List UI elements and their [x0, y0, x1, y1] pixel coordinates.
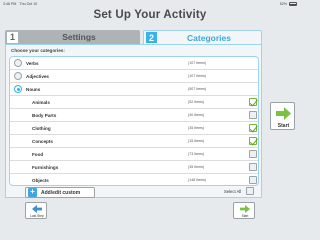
- subcategory-count: (148 Items): [188, 178, 207, 182]
- subcategory-count: (35 Items): [188, 165, 205, 169]
- select-all-checkbox[interactable]: [246, 187, 254, 195]
- battery-percent: 52%: [279, 2, 287, 6]
- last-step-label: Last Step: [30, 214, 44, 218]
- tab-settings-label: Settings: [62, 32, 96, 42]
- checkbox-furnishings[interactable]: [249, 163, 257, 171]
- subcategory-label: Body Parts: [32, 112, 57, 118]
- last-step-button[interactable]: Last Step: [25, 202, 47, 219]
- category-list: Verbs (107 Items) Adjectives (107 Items)…: [9, 56, 259, 186]
- radio-nouns[interactable]: [14, 85, 22, 93]
- checkbox-food[interactable]: [249, 150, 257, 158]
- category-count: (107 Items): [188, 74, 207, 78]
- battery-icon: [289, 2, 297, 6]
- subcategory-count: (35 Items): [188, 126, 205, 130]
- start-bottom-button[interactable]: Start: [233, 202, 255, 219]
- subcategory-row-food[interactable]: Food (73 Items): [10, 148, 258, 161]
- category-count: (507 Items): [188, 87, 207, 91]
- status-date: Thu Oct 10: [19, 2, 38, 6]
- tab-categories-label: Categories: [187, 32, 231, 43]
- radio-verbs[interactable]: [14, 59, 22, 67]
- category-label: Verbs: [26, 60, 39, 66]
- checkbox-animals[interactable]: [249, 98, 257, 106]
- tab-categories-number: 2: [146, 32, 157, 43]
- subcategory-row-animals[interactable]: Animals (52 Items): [10, 96, 258, 109]
- tab-categories[interactable]: 2 Categories: [143, 30, 262, 44]
- arrow-right-icon: [240, 205, 250, 213]
- status-bar: 3:46 PM Thu Oct 10 52%: [0, 0, 300, 8]
- tab-settings[interactable]: 1 Settings: [5, 30, 140, 44]
- category-label: Nouns: [26, 86, 41, 92]
- subcategory-row-body-parts[interactable]: Body Parts (40 Items): [10, 109, 258, 122]
- category-label: Adjectives: [26, 73, 49, 79]
- subcategory-count: (40 Items): [188, 113, 205, 117]
- subcategory-count: (52 Items): [188, 100, 205, 104]
- checkbox-objects[interactable]: [249, 176, 257, 184]
- subcategory-row-concepts[interactable]: Concepts (15 Items): [10, 135, 258, 148]
- checkbox-clothing[interactable]: [249, 124, 257, 132]
- subcategory-row-furnishings[interactable]: Furnishings (35 Items): [10, 161, 258, 174]
- category-row-nouns[interactable]: Nouns (507 Items): [10, 83, 258, 96]
- status-right: 52%: [280, 2, 297, 6]
- subcategory-count: (73 Items): [188, 152, 205, 156]
- subcategory-label: Concepts: [32, 138, 53, 144]
- status-time: 3:46 PM: [3, 2, 17, 6]
- subcategory-label: Food: [32, 151, 44, 157]
- category-count: (107 Items): [188, 61, 207, 65]
- add-edit-custom-button[interactable]: Add/edit custom: [25, 187, 95, 198]
- checkbox-concepts[interactable]: [249, 137, 257, 145]
- arrow-right-icon: [276, 107, 291, 120]
- start-bottom-label: Start: [241, 214, 249, 218]
- add-edit-custom-label: Add/edit custom: [41, 189, 81, 196]
- choose-categories-label: Choose your categories:: [11, 48, 65, 53]
- add-custom-icon: [28, 187, 37, 197]
- categories-panel: Choose your categories: Verbs (107 Items…: [5, 44, 262, 198]
- category-row-adjectives[interactable]: Adjectives (107 Items): [10, 70, 258, 83]
- arrow-left-icon: [32, 205, 42, 213]
- subcategory-label: Furnishings: [32, 164, 59, 170]
- start-side-label: Start: [277, 123, 290, 129]
- subcategory-row-objects[interactable]: Objects (148 Items): [10, 174, 258, 185]
- subcategory-count: (15 Items): [188, 139, 205, 143]
- subcategory-label: Clothing: [32, 125, 51, 131]
- subcategory-label: Objects: [32, 177, 49, 183]
- tab-settings-number: 1: [7, 31, 18, 43]
- radio-adjectives[interactable]: [14, 72, 22, 80]
- subcategory-row-clothing[interactable]: Clothing (35 Items): [10, 122, 258, 135]
- category-row-verbs[interactable]: Verbs (107 Items): [10, 57, 258, 70]
- start-side-button[interactable]: Start: [270, 102, 295, 130]
- subcategory-label: Animals: [32, 99, 50, 105]
- page-title: Set Up Your Activity: [93, 9, 207, 21]
- checkbox-body-parts[interactable]: [249, 111, 257, 119]
- select-all-label: Select All: [224, 189, 242, 194]
